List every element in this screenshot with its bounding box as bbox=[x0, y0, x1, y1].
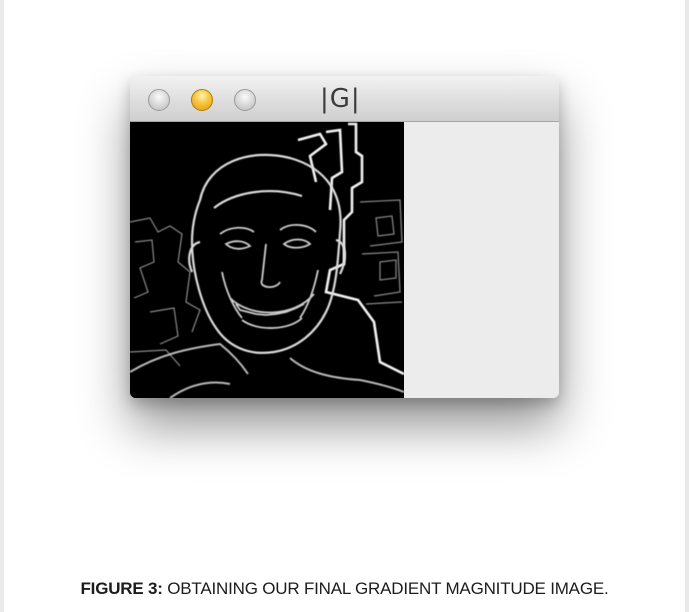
close-button[interactable] bbox=[148, 89, 170, 111]
zoom-button[interactable] bbox=[234, 89, 256, 111]
figure-label: FIGURE 3: bbox=[80, 579, 163, 598]
window-content bbox=[130, 122, 559, 398]
gradient-magnitude-image bbox=[130, 122, 404, 398]
window-titlebar[interactable]: |G| bbox=[130, 76, 559, 122]
image-window: |G| bbox=[130, 76, 559, 398]
caption-text: OBTAINING OUR FINAL GRADIENT MAGNITUDE I… bbox=[162, 579, 609, 598]
minimize-button[interactable] bbox=[191, 89, 213, 111]
window-title: |G| bbox=[320, 84, 361, 114]
figure-caption: FIGURE 3: OBTAINING OUR FINAL GRADIENT M… bbox=[0, 579, 689, 599]
edge-image-drawing bbox=[130, 122, 404, 398]
